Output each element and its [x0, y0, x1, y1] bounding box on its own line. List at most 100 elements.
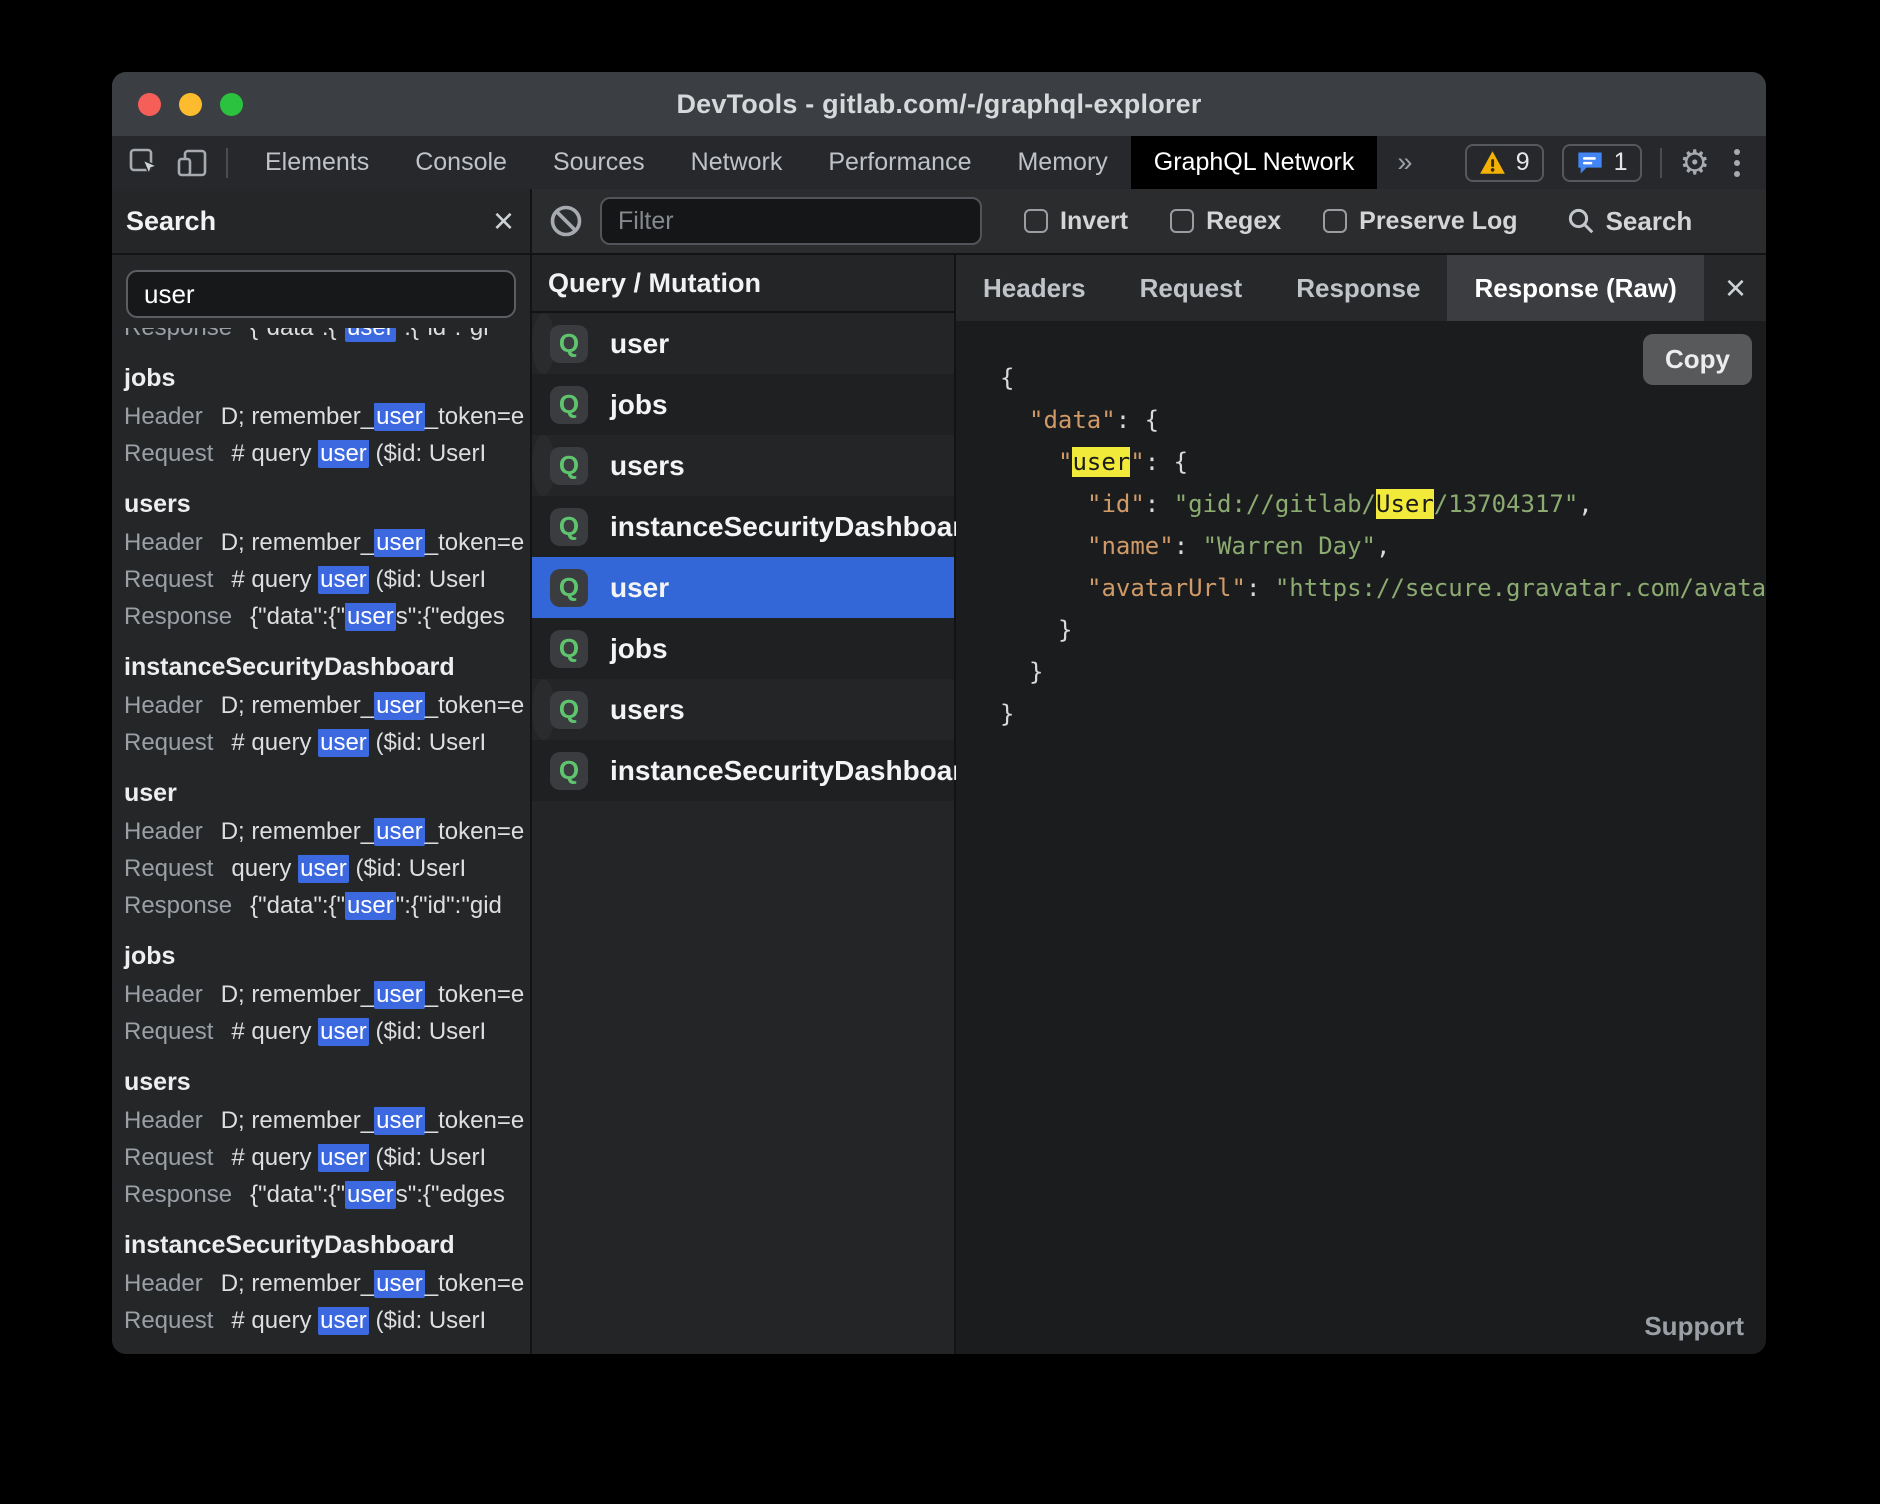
- query-row-instancesecuritydashboard[interactable]: QinstanceSecurityDashboard: [532, 496, 954, 557]
- tab-sources[interactable]: Sources: [530, 136, 668, 189]
- search-input[interactable]: [126, 270, 516, 318]
- warnings-badge[interactable]: 9: [1465, 144, 1544, 182]
- checkbox-preserve-log[interactable]: Preserve Log: [1323, 207, 1517, 236]
- result-line-content: D; remember_user_token=e: [221, 403, 524, 431]
- toolbar-search[interactable]: Search: [1566, 206, 1693, 237]
- result-line-content: # query user ($id: UserI: [231, 729, 486, 757]
- result-line-request[interactable]: Request# query user ($id: UserI: [124, 729, 530, 757]
- detail-tab-response-raw[interactable]: Response (Raw): [1447, 255, 1703, 321]
- result-line-request[interactable]: Request# query user ($id: UserI: [124, 1307, 530, 1335]
- issues-badge[interactable]: 1: [1562, 144, 1642, 182]
- result-line-label: Request: [124, 566, 213, 594]
- window-title: DevTools - gitlab.com/-/graphql-explorer: [112, 89, 1766, 120]
- result-line-header[interactable]: HeaderD; remember_user_token=e: [124, 1270, 530, 1298]
- json-line: "data": {: [956, 399, 1766, 441]
- more-tabs-chevron[interactable]: »: [1377, 136, 1432, 189]
- detail-tab-headers[interactable]: Headers: [956, 255, 1113, 321]
- json-line: }: [956, 609, 1766, 651]
- query-row-jobs[interactable]: Qjobs: [532, 374, 954, 435]
- inspect-element-icon[interactable]: [128, 147, 160, 179]
- checkbox-box[interactable]: [1323, 209, 1347, 233]
- toolbar-divider: [226, 148, 228, 178]
- result-line-request[interactable]: Request # query user ($id: UserI: [124, 566, 530, 594]
- detail-tab-request[interactable]: Request: [1113, 255, 1270, 321]
- search-result-entry[interactable]: usersHeaderD; remember_user_token=eReque…: [124, 1068, 530, 1209]
- search-result-entry[interactable]: instanceSecurityDashboard HeaderD; rememb…: [124, 653, 530, 757]
- checkbox-box[interactable]: [1024, 209, 1048, 233]
- result-line-header[interactable]: HeaderD; remember_user_token=e: [124, 529, 530, 557]
- result-line-content: {"data":{"user":{"id":"gid: [250, 892, 502, 920]
- result-line-request[interactable]: Request# query user ($id: UserI: [124, 440, 530, 468]
- search-result-entry[interactable]: jobsHeaderD; remember_user_token=eReques…: [124, 942, 530, 1046]
- json-line: }: [956, 693, 1766, 735]
- detail-close-button[interactable]: ×: [1725, 270, 1746, 306]
- tab-elements[interactable]: Elements: [242, 136, 392, 189]
- tab-performance[interactable]: Performance: [805, 136, 994, 189]
- query-row-instancesecuritydashboard[interactable]: QinstanceSecurityDashboard: [532, 740, 954, 801]
- checkbox-invert[interactable]: Invert: [1024, 207, 1128, 236]
- result-line-header[interactable]: HeaderD; remember_user_token=e: [124, 1107, 530, 1135]
- search-icon: [1566, 206, 1596, 236]
- search-result-entry[interactable]: instanceSecurityDashboard HeaderD; rememb…: [124, 1231, 530, 1335]
- result-line-request[interactable]: Request# query user ($id: UserI: [124, 1018, 530, 1046]
- query-type-badge: Q: [550, 752, 588, 790]
- query-panel-title: Query / Mutation: [532, 255, 954, 313]
- search-panel-title: Search: [126, 206, 216, 237]
- query-row-label: users: [610, 450, 685, 482]
- copy-button[interactable]: Copy: [1643, 334, 1752, 385]
- result-line-header[interactable]: HeaderD; remember_user_token=e: [124, 818, 530, 846]
- result-line-request[interactable]: Requestquery user ($id: UserI: [124, 855, 530, 883]
- result-line-request[interactable]: Request # query user ($id: UserI: [124, 1144, 530, 1172]
- search-result-entry[interactable]: userHeaderD; remember_user_token=eReques…: [124, 779, 530, 920]
- result-line-response[interactable]: Response{"data":{"users":{"edges: [124, 1181, 530, 1209]
- result-line-response[interactable]: Response{"data":{"user":{"id":"gid: [124, 892, 530, 920]
- result-line-response[interactable]: Response{"data":{"user":{"id":"gi: [124, 328, 530, 342]
- search-result-entry[interactable]: users HeaderD; remember_user_token=e Reque…: [124, 490, 530, 631]
- result-line-content: {"data":{"users":{"edges: [250, 603, 505, 631]
- detail-tab-response[interactable]: Response: [1269, 255, 1447, 321]
- query-row-jobs[interactable]: Qjobs: [532, 618, 954, 679]
- json-line: }: [956, 651, 1766, 693]
- result-line-content: # query user ($id: UserI: [231, 1144, 486, 1172]
- query-row-user[interactable]: Quser: [532, 313, 555, 374]
- devtools-window: DevTools - gitlab.com/-/graphql-explorer…: [112, 72, 1766, 1354]
- result-line-header[interactable]: Header D; remember_user_token=e: [124, 403, 530, 431]
- query-row-user-selected[interactable]: Quser: [532, 557, 954, 618]
- result-line-label: Response: [124, 328, 232, 342]
- search-result-entry[interactable]: jobsHeaderD; remember_user_token=eReques…: [124, 364, 530, 468]
- result-line-label: Request: [124, 1144, 213, 1172]
- result-line-response[interactable]: Response{"data":{"users":{"edges: [124, 603, 530, 631]
- panel-tabs: ElementsConsoleSourcesNetworkPerformance…: [242, 136, 1377, 189]
- clear-log-icon[interactable]: [548, 203, 584, 239]
- response-raw-viewer: Copy {"data": {"user": {"id": "gid://git…: [956, 321, 1766, 1354]
- entry-title: instanceSecurityDashboard: [124, 653, 530, 682]
- tab-network[interactable]: Network: [668, 136, 806, 189]
- titlebar: DevTools - gitlab.com/-/graphql-explorer: [112, 72, 1766, 136]
- search-close-button[interactable]: ×: [493, 203, 514, 239]
- result-line-label: Request: [124, 1018, 213, 1046]
- checkbox-box[interactable]: [1170, 209, 1194, 233]
- result-line-header[interactable]: HeaderD; remember_user_token=e: [124, 692, 530, 720]
- entry-title: instanceSecurityDashboard: [124, 1231, 530, 1260]
- device-toolbar-icon[interactable]: [176, 147, 210, 179]
- checkbox-label: Preserve Log: [1359, 207, 1517, 236]
- result-line-header[interactable]: HeaderD; remember_user_token=e: [124, 981, 530, 1009]
- settings-gear-icon[interactable]: ⚙: [1680, 146, 1710, 180]
- query-row-label: user: [610, 572, 669, 604]
- query-type-badge: Q: [550, 691, 588, 729]
- tab-graphql-network[interactable]: GraphQL Network: [1131, 136, 1378, 189]
- checkbox-regex[interactable]: Regex: [1170, 207, 1281, 236]
- entry-title: users: [124, 490, 530, 519]
- kebab-menu-icon[interactable]: [1728, 149, 1746, 177]
- result-line-content: # query user ($id: UserI: [231, 566, 486, 594]
- tab-console[interactable]: Console: [392, 136, 530, 189]
- support-link[interactable]: Support: [1644, 1311, 1744, 1342]
- result-line-label: Header: [124, 403, 203, 431]
- filter-input[interactable]: [600, 197, 982, 245]
- query-row-users[interactable]: Qusers: [532, 679, 555, 740]
- query-type-badge: Q: [550, 508, 588, 546]
- query-row-users[interactable]: Qusers: [532, 435, 555, 496]
- detail-panel: HeadersRequestResponseResponse (Raw) × C…: [956, 255, 1766, 1354]
- query-type-badge: Q: [550, 386, 588, 424]
- tab-memory[interactable]: Memory: [994, 136, 1130, 189]
